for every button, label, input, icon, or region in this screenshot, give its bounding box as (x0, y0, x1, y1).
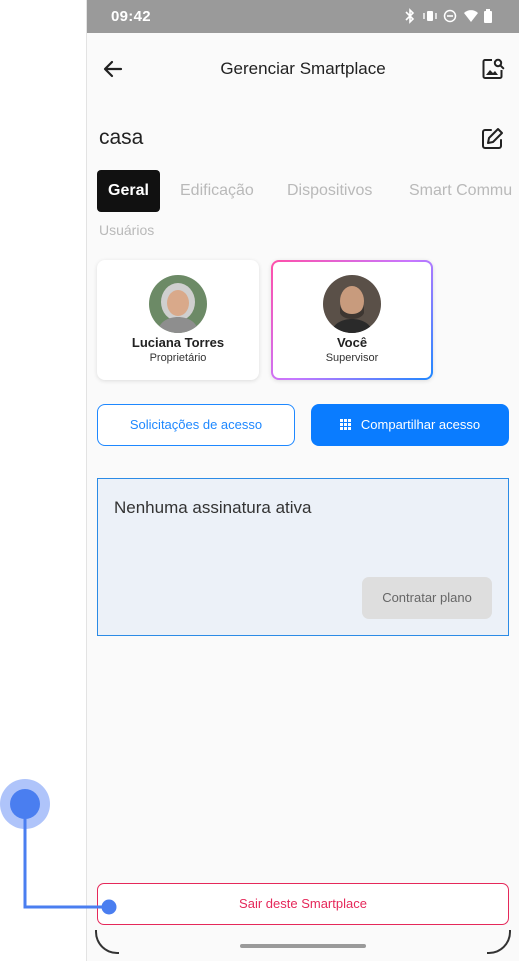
access-requests-button[interactable]: Solicitações de acesso (97, 404, 295, 446)
member-role: Supervisor (325, 352, 379, 364)
tab-dispositivos[interactable]: Dispositivos (287, 170, 372, 212)
smartplace-name: casa (99, 126, 144, 149)
battery-icon (483, 8, 497, 24)
tab-geral[interactable]: Geral (97, 170, 160, 212)
dnd-icon (443, 8, 457, 24)
image-search-button[interactable] (479, 55, 507, 83)
tab-bar: Geral Edificação Dispositivos Smart Comm… (97, 170, 519, 212)
app-bar: Gerenciar Smartplace (87, 33, 519, 105)
vibrate-icon (423, 8, 437, 24)
page-title: Gerenciar Smartplace (220, 59, 386, 78)
edit-button[interactable] (479, 126, 505, 152)
member-card-you[interactable]: Você Supervisor (271, 260, 433, 380)
member-name: Você (336, 335, 368, 350)
subscription-panel: Nenhuma assinatura ativa Contratar plano (97, 478, 509, 636)
screen-corner-right (487, 930, 511, 954)
left-blank-pane (0, 0, 87, 961)
member-name: Luciana Torres (131, 335, 225, 350)
member-card-owner[interactable]: Luciana Torres Proprietário (97, 260, 259, 380)
share-access-label: Compartilhar acesso (360, 417, 481, 432)
grid-icon (339, 419, 351, 430)
edit-icon (482, 128, 503, 149)
tab-usuarios[interactable]: Usuários (99, 222, 154, 238)
screen-corner-left (95, 930, 119, 954)
status-time: 09:42 (111, 8, 151, 25)
phone-screen: 09:42 Gerenciar Smartplace casa Geral Ed… (87, 0, 519, 961)
wifi-icon (463, 8, 478, 24)
status-bar: 09:42 (87, 0, 519, 33)
status-icons (403, 8, 497, 24)
gesture-nav-handle[interactable] (240, 944, 366, 948)
avatar (323, 275, 381, 333)
image-search-icon (482, 58, 505, 79)
share-access-button[interactable]: Compartilhar acesso (311, 404, 509, 446)
exit-smartplace-button[interactable]: Sair deste Smartplace (97, 883, 509, 925)
member-role: Proprietário (149, 352, 207, 364)
subscription-title: Nenhuma assinatura ativa (114, 498, 312, 517)
tab-edificacao[interactable]: Edificação (180, 170, 254, 212)
tab-smart-community[interactable]: Smart Commu (409, 170, 512, 212)
bluetooth-icon (403, 8, 417, 24)
hire-plan-button[interactable]: Contratar plano (362, 577, 492, 619)
avatar (149, 275, 207, 333)
